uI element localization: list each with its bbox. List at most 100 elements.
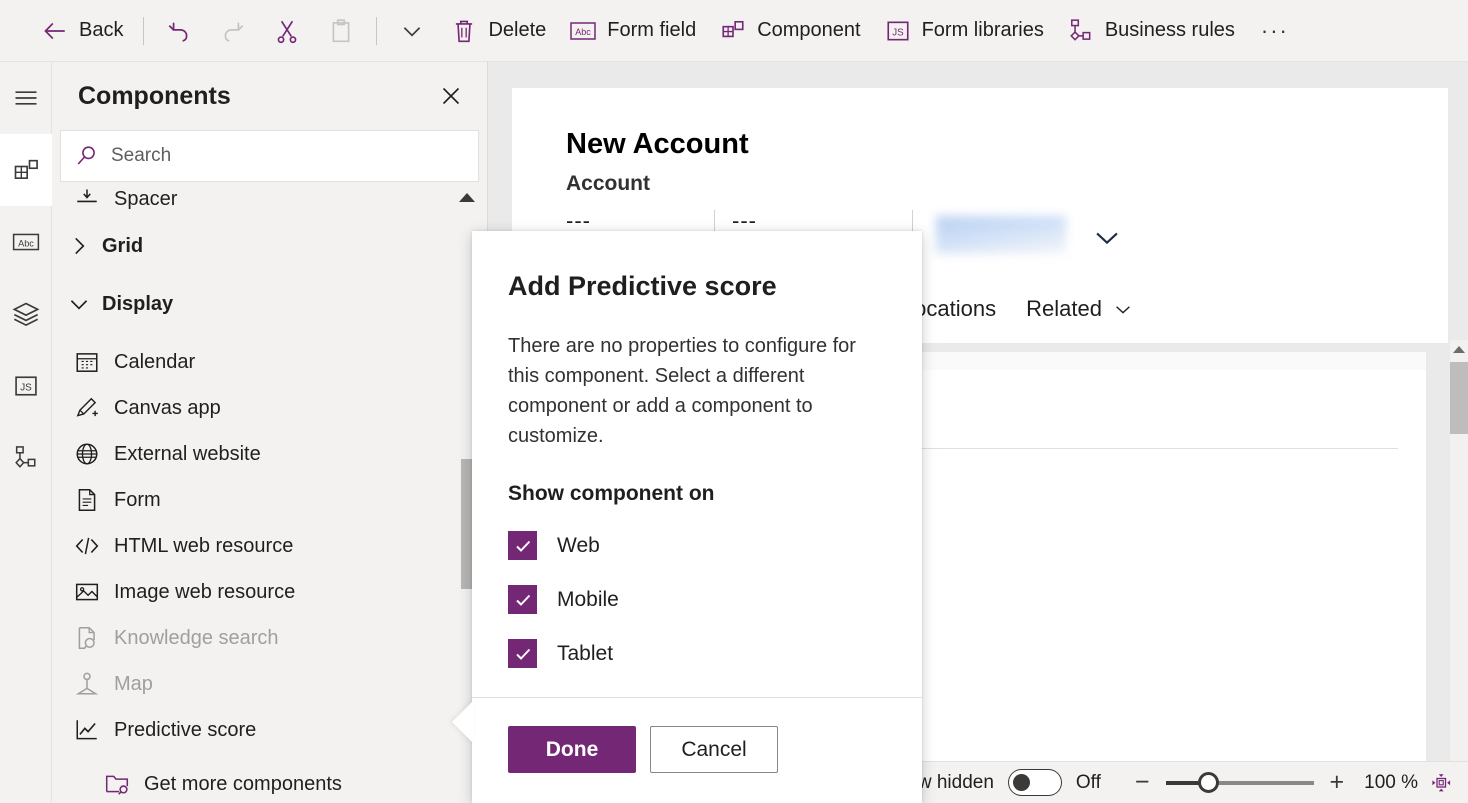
layers-icon xyxy=(12,302,40,326)
zoom-in-button[interactable]: + xyxy=(1320,770,1355,795)
spacer-icon xyxy=(77,189,97,203)
get-more-components-label: Get more components xyxy=(144,773,342,795)
overflow-menu-button[interactable]: ··· xyxy=(1247,19,1303,42)
get-more-components-icon xyxy=(105,775,129,795)
callout-description: There are no properties to configure for… xyxy=(508,335,856,447)
image-icon xyxy=(75,583,99,601)
zoom-slider-track-rest xyxy=(1207,780,1314,785)
form-field-abc-icon: Abc xyxy=(570,21,597,40)
checkbox-tablet[interactable] xyxy=(508,639,537,668)
search-input[interactable] xyxy=(111,145,464,167)
paste-button[interactable] xyxy=(314,9,368,53)
zoom-slider[interactable] xyxy=(1165,771,1314,795)
checkbox-row-mobile[interactable]: Mobile xyxy=(508,585,886,614)
business-rules-label: Business rules xyxy=(1104,19,1235,41)
list-item-image-web-resource[interactable]: Image web resource xyxy=(52,569,487,615)
delete-label: Delete xyxy=(488,19,547,41)
list-item-spacer[interactable]: Spacer xyxy=(52,183,487,209)
checkbox-label: Web xyxy=(557,533,600,557)
list-item-canvas-app[interactable]: Canvas app xyxy=(52,385,487,431)
toggle-knob xyxy=(1012,774,1030,791)
panel-header: Components xyxy=(52,62,487,130)
list-item-label: Form xyxy=(114,489,161,511)
checkbox-mobile[interactable] xyxy=(508,585,537,614)
form-libraries-label: Form libraries xyxy=(921,19,1044,41)
chevron-down-icon xyxy=(1116,306,1130,314)
undo-button[interactable] xyxy=(152,9,206,53)
list-item-knowledge-search: Knowledge search xyxy=(52,615,487,661)
list-item-html-web-resource[interactable]: HTML web resource xyxy=(52,523,487,569)
rail-item-menu[interactable] xyxy=(0,62,52,134)
canvas-scrollbar[interactable] xyxy=(1450,340,1468,785)
close-panel-button[interactable] xyxy=(433,78,469,114)
obscured-field-value xyxy=(936,216,1066,254)
list-item-label: HTML web resource xyxy=(114,535,294,557)
checkmark-icon xyxy=(515,594,530,606)
rail-item-form-libraries[interactable]: JS xyxy=(0,350,52,422)
checkmark-icon xyxy=(515,540,530,552)
list-item-label: Knowledge search xyxy=(114,627,279,649)
rail-item-layers[interactable] xyxy=(0,278,52,350)
list-group-grid[interactable]: Grid xyxy=(52,223,487,269)
list-group-label: Display xyxy=(102,293,174,315)
list-item-label: External website xyxy=(114,443,261,465)
zoom-slider-handle[interactable] xyxy=(1197,771,1219,793)
back-label: Back xyxy=(79,19,124,41)
app-root: Back Delete Abc Form field Component JS … xyxy=(0,0,1468,803)
toolbar-divider xyxy=(143,16,145,45)
trash-icon xyxy=(456,20,473,42)
redo-icon xyxy=(225,22,244,42)
cut-button[interactable] xyxy=(260,9,314,53)
rail-item-components[interactable] xyxy=(0,134,52,206)
form-libraries-button[interactable]: JS Form libraries xyxy=(873,9,1056,53)
rail-item-form-fields[interactable]: Abc xyxy=(0,206,52,278)
callout-footer-divider xyxy=(472,697,922,698)
checkbox-row-web[interactable]: Web xyxy=(508,531,886,560)
fit-to-screen-icon xyxy=(1432,773,1451,791)
list-item-external-website[interactable]: External website xyxy=(52,431,487,477)
form-entity-label: Account xyxy=(566,172,650,195)
show-hidden-toggle[interactable] xyxy=(1007,769,1062,796)
list-item-calendar[interactable]: Calendar xyxy=(52,339,487,385)
list-item-map: Map xyxy=(52,661,487,707)
done-button[interactable]: Done xyxy=(508,726,636,773)
add-component-callout: Add Predictive score There are no proper… xyxy=(472,231,922,803)
field-dropdown-button[interactable] xyxy=(1090,220,1124,259)
canvas-app-icon xyxy=(76,397,98,417)
fit-to-screen-button[interactable] xyxy=(1424,768,1458,798)
canvas-scrollbar-thumb[interactable] xyxy=(1450,362,1468,434)
undo-icon xyxy=(169,22,188,42)
list-group-display[interactable]: Display xyxy=(52,281,487,327)
tab-label: Related xyxy=(1026,296,1102,321)
back-button[interactable]: Back xyxy=(30,9,135,53)
callout-footer: Done Cancel xyxy=(508,726,778,773)
panel-title: Components xyxy=(78,81,231,110)
search-box[interactable] xyxy=(60,130,479,182)
list-item-label: Spacer xyxy=(114,188,178,209)
redo-button[interactable] xyxy=(206,9,260,53)
toolbar-divider-2 xyxy=(376,16,378,45)
canvas-scroll-up-arrow[interactable] xyxy=(1453,346,1465,353)
form-libraries-js-icon: JS xyxy=(15,376,37,396)
rail-item-business-rules[interactable] xyxy=(0,422,52,494)
list-item-label: Image web resource xyxy=(114,581,296,603)
delete-button[interactable]: Delete xyxy=(439,9,558,53)
checkbox-web[interactable] xyxy=(508,531,537,560)
zoom-out-button[interactable]: − xyxy=(1125,770,1160,795)
checkbox-row-tablet[interactable]: Tablet xyxy=(508,639,886,668)
component-button[interactable]: Component xyxy=(708,9,872,53)
get-more-components-button[interactable]: Get more components xyxy=(52,761,487,803)
cancel-button[interactable]: Cancel xyxy=(650,726,778,773)
checkbox-label: Tablet xyxy=(557,641,614,665)
form-field-button[interactable]: Abc Form field xyxy=(558,9,708,53)
business-rules-button[interactable]: Business rules xyxy=(1056,9,1247,53)
paste-icon xyxy=(333,18,350,42)
clipboard-more-button[interactable] xyxy=(385,9,439,53)
tab-related[interactable]: Related xyxy=(1026,296,1134,322)
component-icon xyxy=(722,20,744,37)
list-item-form[interactable]: Form xyxy=(52,477,487,523)
knowledge-search-icon xyxy=(78,626,95,650)
list-item-label: Canvas app xyxy=(114,397,221,419)
list-item-predictive-score[interactable]: Predictive score xyxy=(52,707,487,753)
globe-icon xyxy=(76,443,98,465)
